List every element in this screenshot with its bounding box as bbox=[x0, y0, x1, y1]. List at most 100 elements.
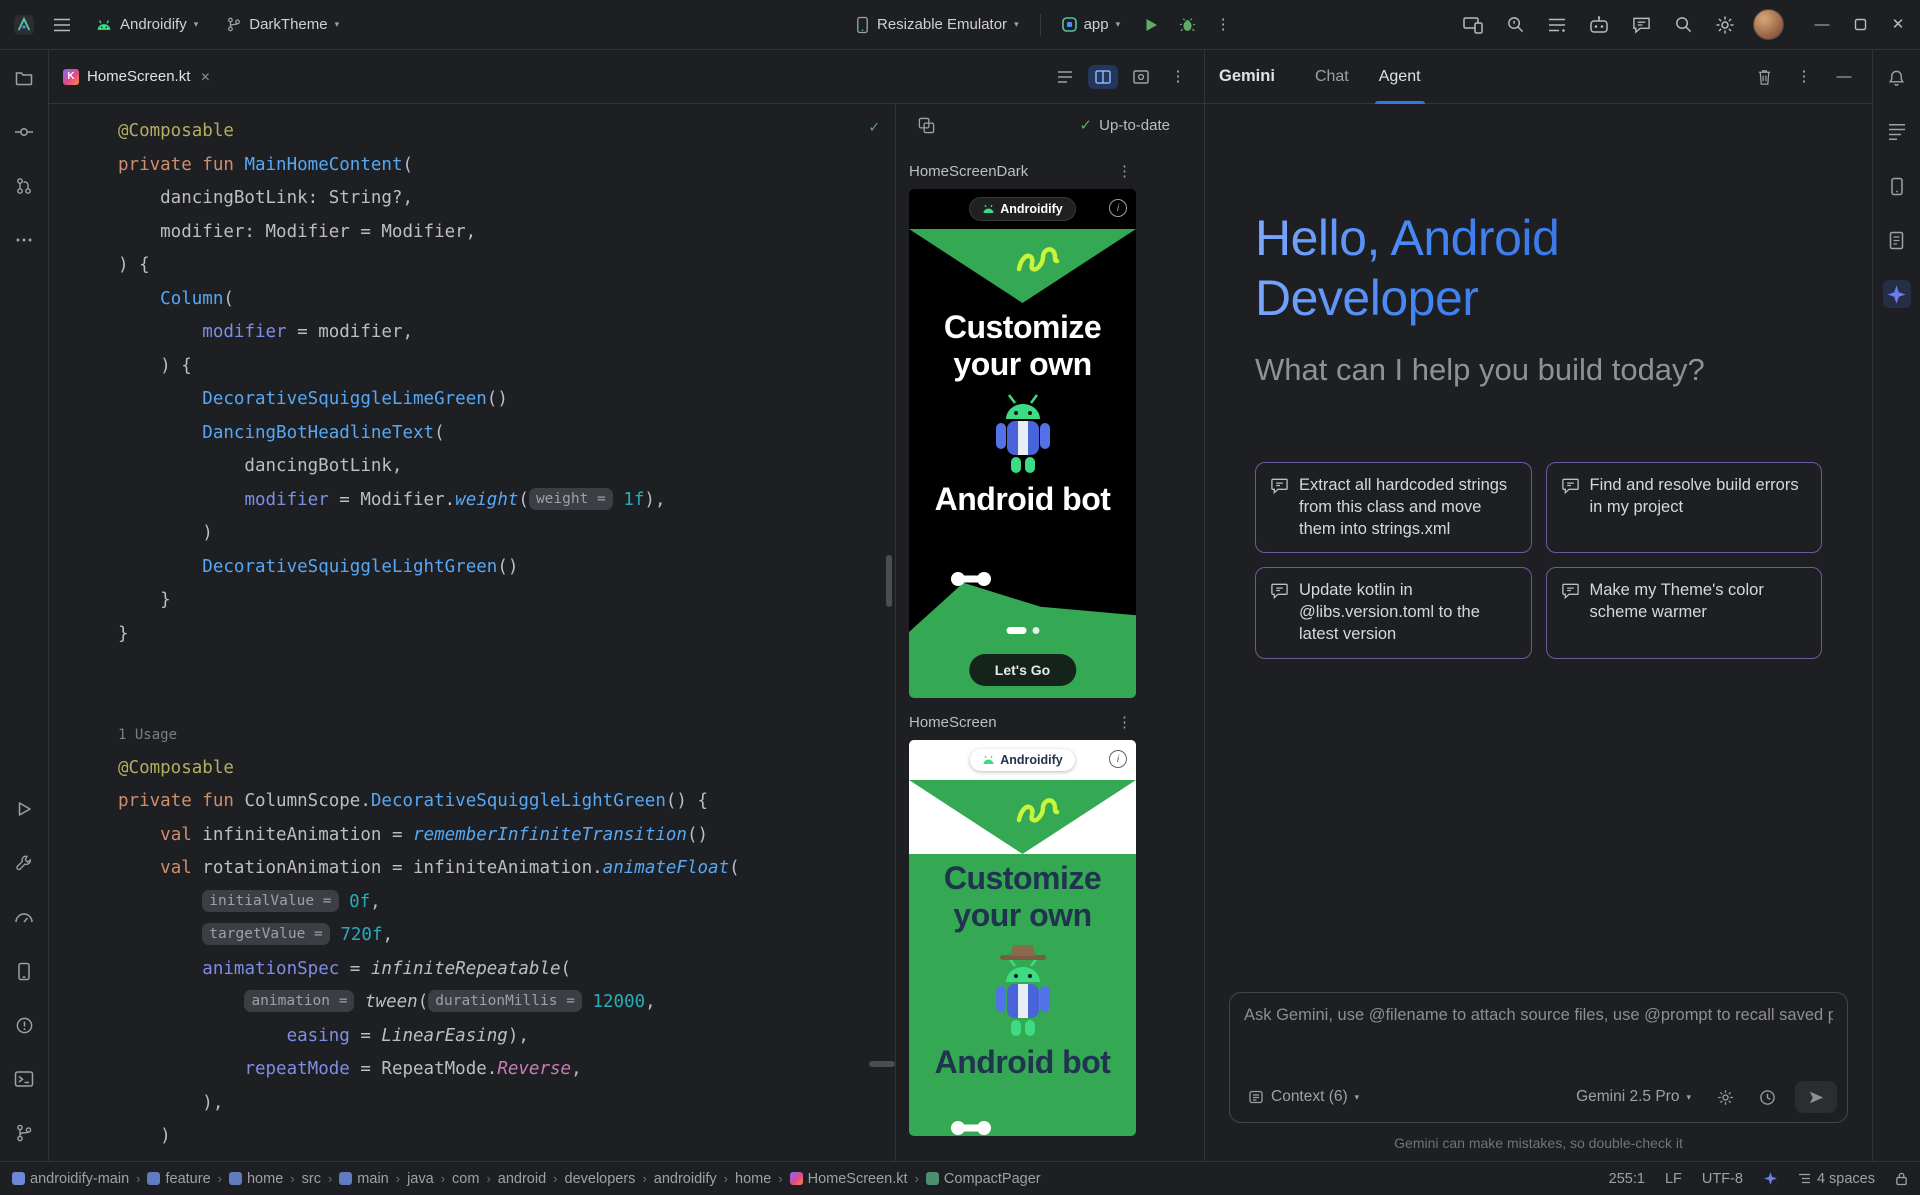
code-line[interactable]: modifier: Modifier = Modifier, bbox=[118, 216, 895, 250]
debug-button[interactable] bbox=[1173, 11, 1201, 39]
code-line[interactable]: animation = tween(durationMillis = 12000… bbox=[118, 986, 895, 1020]
tab-chat[interactable]: Chat bbox=[1315, 50, 1349, 103]
code-line[interactable]: ) bbox=[118, 517, 895, 551]
notifications-bell-icon[interactable] bbox=[1883, 64, 1911, 92]
phone-preview[interactable]: Androidify i Customize your own Android … bbox=[909, 189, 1136, 698]
window-close-icon[interactable]: ✕ bbox=[1884, 11, 1912, 39]
editor-scrollbar-thumb[interactable] bbox=[886, 555, 892, 607]
breadcrumb-item[interactable]: androidify bbox=[654, 1171, 717, 1187]
code-line[interactable]: Column( bbox=[118, 283, 895, 317]
breadcrumb-item[interactable]: src bbox=[302, 1171, 321, 1187]
send-button[interactable] bbox=[1795, 1081, 1837, 1113]
code-line[interactable]: val infiniteAnimation = rememberInfinite… bbox=[118, 819, 895, 853]
caret-position[interactable]: 255:1 bbox=[1609, 1171, 1645, 1187]
preview-more-icon[interactable]: ⋮ bbox=[1113, 713, 1136, 731]
code-line[interactable]: } bbox=[118, 618, 895, 652]
build-variants-tool-icon[interactable] bbox=[1883, 118, 1911, 146]
running-devices-tool-icon[interactable] bbox=[10, 957, 38, 985]
code-line[interactable]: @Composable bbox=[118, 115, 895, 149]
code-line[interactable] bbox=[118, 685, 895, 719]
code-line[interactable]: DecorativeSquiggleLimeGreen() bbox=[118, 383, 895, 417]
code-line[interactable]: @Composable bbox=[118, 752, 895, 786]
code-view-button[interactable] bbox=[1050, 65, 1080, 89]
main-menu-icon[interactable] bbox=[48, 11, 76, 39]
code-editor[interactable]: ✓ @Composableprivate fun MainHomeContent… bbox=[49, 103, 895, 1161]
breadcrumb-item[interactable]: androidify-main bbox=[12, 1171, 129, 1187]
breadcrumb-item[interactable]: main bbox=[339, 1171, 388, 1187]
more-actions-icon[interactable]: ⋮ bbox=[1209, 11, 1237, 39]
more-tool-windows-icon[interactable] bbox=[10, 226, 38, 254]
line-ending-indicator[interactable]: LF bbox=[1665, 1171, 1682, 1187]
code-line[interactable]: easing = LinearEasing), bbox=[118, 1020, 895, 1054]
project-selector[interactable]: Androidify ▾ bbox=[86, 11, 207, 38]
code-line[interactable]: modifier = modifier, bbox=[118, 316, 895, 350]
run-button[interactable] bbox=[1137, 11, 1165, 39]
editor-hscrollbar-thumb[interactable] bbox=[869, 1061, 895, 1067]
tab-homescreen-kt[interactable]: K HomeScreen.kt ✕ bbox=[49, 50, 226, 103]
ai-troubleshoot-icon[interactable] bbox=[1585, 11, 1613, 39]
phone-preview[interactable]: Androidify i Customize your own Android … bbox=[909, 740, 1136, 1136]
breadcrumb-item[interactable]: feature bbox=[147, 1171, 210, 1187]
editor-options-icon[interactable]: ⋮ bbox=[1164, 63, 1192, 91]
encoding-indicator[interactable]: UTF-8 bbox=[1702, 1171, 1743, 1187]
code-line[interactable]: } bbox=[118, 584, 895, 618]
breadcrumb-item[interactable]: CompactPager bbox=[926, 1171, 1041, 1187]
gemini-prompt-input[interactable] bbox=[1230, 993, 1847, 1055]
suggestion-card[interactable]: Find and resolve build errors in my proj… bbox=[1546, 462, 1823, 553]
code-line[interactable]: ) { bbox=[118, 350, 895, 384]
breadcrumb-item[interactable]: HomeScreen.kt bbox=[790, 1171, 908, 1187]
breadcrumb-item[interactable]: android bbox=[498, 1171, 546, 1187]
code-line[interactable]: DecorativeSquiggleLightGreen() bbox=[118, 551, 895, 585]
code-line[interactable]: animationSpec = infiniteRepeatable( bbox=[118, 953, 895, 987]
code-line[interactable]: private fun MainHomeContent( bbox=[118, 149, 895, 183]
feedback-icon[interactable] bbox=[1627, 11, 1655, 39]
breadcrumb-item[interactable]: developers bbox=[565, 1171, 636, 1187]
window-minimize-icon[interactable]: — bbox=[1808, 11, 1836, 39]
suggestion-card[interactable]: Update kotlin in @libs.version.toml to t… bbox=[1255, 567, 1532, 658]
tab-agent[interactable]: Agent bbox=[1379, 50, 1421, 103]
code-line[interactable]: ), bbox=[118, 1087, 895, 1121]
code-line[interactable]: repeatMode = RepeatMode.Reverse, bbox=[118, 1053, 895, 1087]
code-line[interactable]: ) { bbox=[118, 249, 895, 283]
preview-layout-icon[interactable] bbox=[912, 111, 940, 139]
design-view-button[interactable] bbox=[1126, 65, 1156, 89]
clear-conversation-icon[interactable] bbox=[1750, 63, 1778, 91]
app-logo-icon[interactable] bbox=[10, 11, 38, 39]
context-selector[interactable]: Context (6) ▾ bbox=[1242, 1084, 1365, 1110]
prompt-history-icon[interactable] bbox=[1753, 1083, 1781, 1111]
device-selector[interactable]: Resizable Emulator ▾ bbox=[846, 11, 1028, 39]
code-line[interactable]: 1 Usage bbox=[118, 718, 895, 752]
window-maximize-icon[interactable] bbox=[1846, 11, 1874, 39]
code-line[interactable]: private fun ColumnScope.DecorativeSquigg… bbox=[118, 785, 895, 819]
pull-requests-tool-icon[interactable] bbox=[10, 172, 38, 200]
branch-selector[interactable]: DarkTheme ▾ bbox=[217, 11, 348, 38]
breadcrumb-item[interactable]: com bbox=[452, 1171, 479, 1187]
run-config-selector[interactable]: app ▾ bbox=[1053, 11, 1130, 38]
indent-indicator[interactable]: 4 spaces bbox=[1798, 1171, 1875, 1187]
terminal-tool-icon[interactable] bbox=[10, 1065, 38, 1093]
tab-close-icon[interactable]: ✕ bbox=[198, 68, 212, 86]
code-line[interactable] bbox=[118, 651, 895, 685]
model-selector[interactable]: Gemini 2.5 Pro ▾ bbox=[1570, 1084, 1697, 1110]
project-tool-icon[interactable] bbox=[10, 64, 38, 92]
inspections-ok-icon[interactable]: ✓ bbox=[869, 117, 879, 136]
preview-more-icon[interactable]: ⋮ bbox=[1113, 162, 1136, 180]
commit-tool-icon[interactable] bbox=[10, 118, 38, 146]
search-everywhere-icon[interactable] bbox=[1669, 11, 1697, 39]
suggestion-card[interactable]: Make my Theme's color scheme warmer bbox=[1546, 567, 1823, 658]
run-tool-icon[interactable] bbox=[10, 795, 38, 823]
hide-panel-icon[interactable]: — bbox=[1830, 63, 1858, 91]
device-streaming-icon[interactable] bbox=[1459, 11, 1487, 39]
problems-tool-icon[interactable] bbox=[10, 1011, 38, 1039]
profiler-tool-icon[interactable] bbox=[10, 903, 38, 931]
user-avatar[interactable] bbox=[1753, 9, 1784, 40]
ai-status-icon[interactable] bbox=[1763, 1171, 1778, 1186]
gemini-settings-icon[interactable] bbox=[1711, 1083, 1739, 1111]
code-line[interactable]: dancingBotLink: String?, bbox=[118, 182, 895, 216]
build-tool-icon[interactable] bbox=[10, 849, 38, 877]
suggestion-card[interactable]: Extract all hardcoded strings from this … bbox=[1255, 462, 1532, 553]
breadcrumb-item[interactable]: java bbox=[407, 1171, 434, 1187]
breadcrumb-item[interactable]: home bbox=[735, 1171, 771, 1187]
split-view-button[interactable] bbox=[1088, 65, 1118, 89]
version-control-tool-icon[interactable] bbox=[10, 1119, 38, 1147]
